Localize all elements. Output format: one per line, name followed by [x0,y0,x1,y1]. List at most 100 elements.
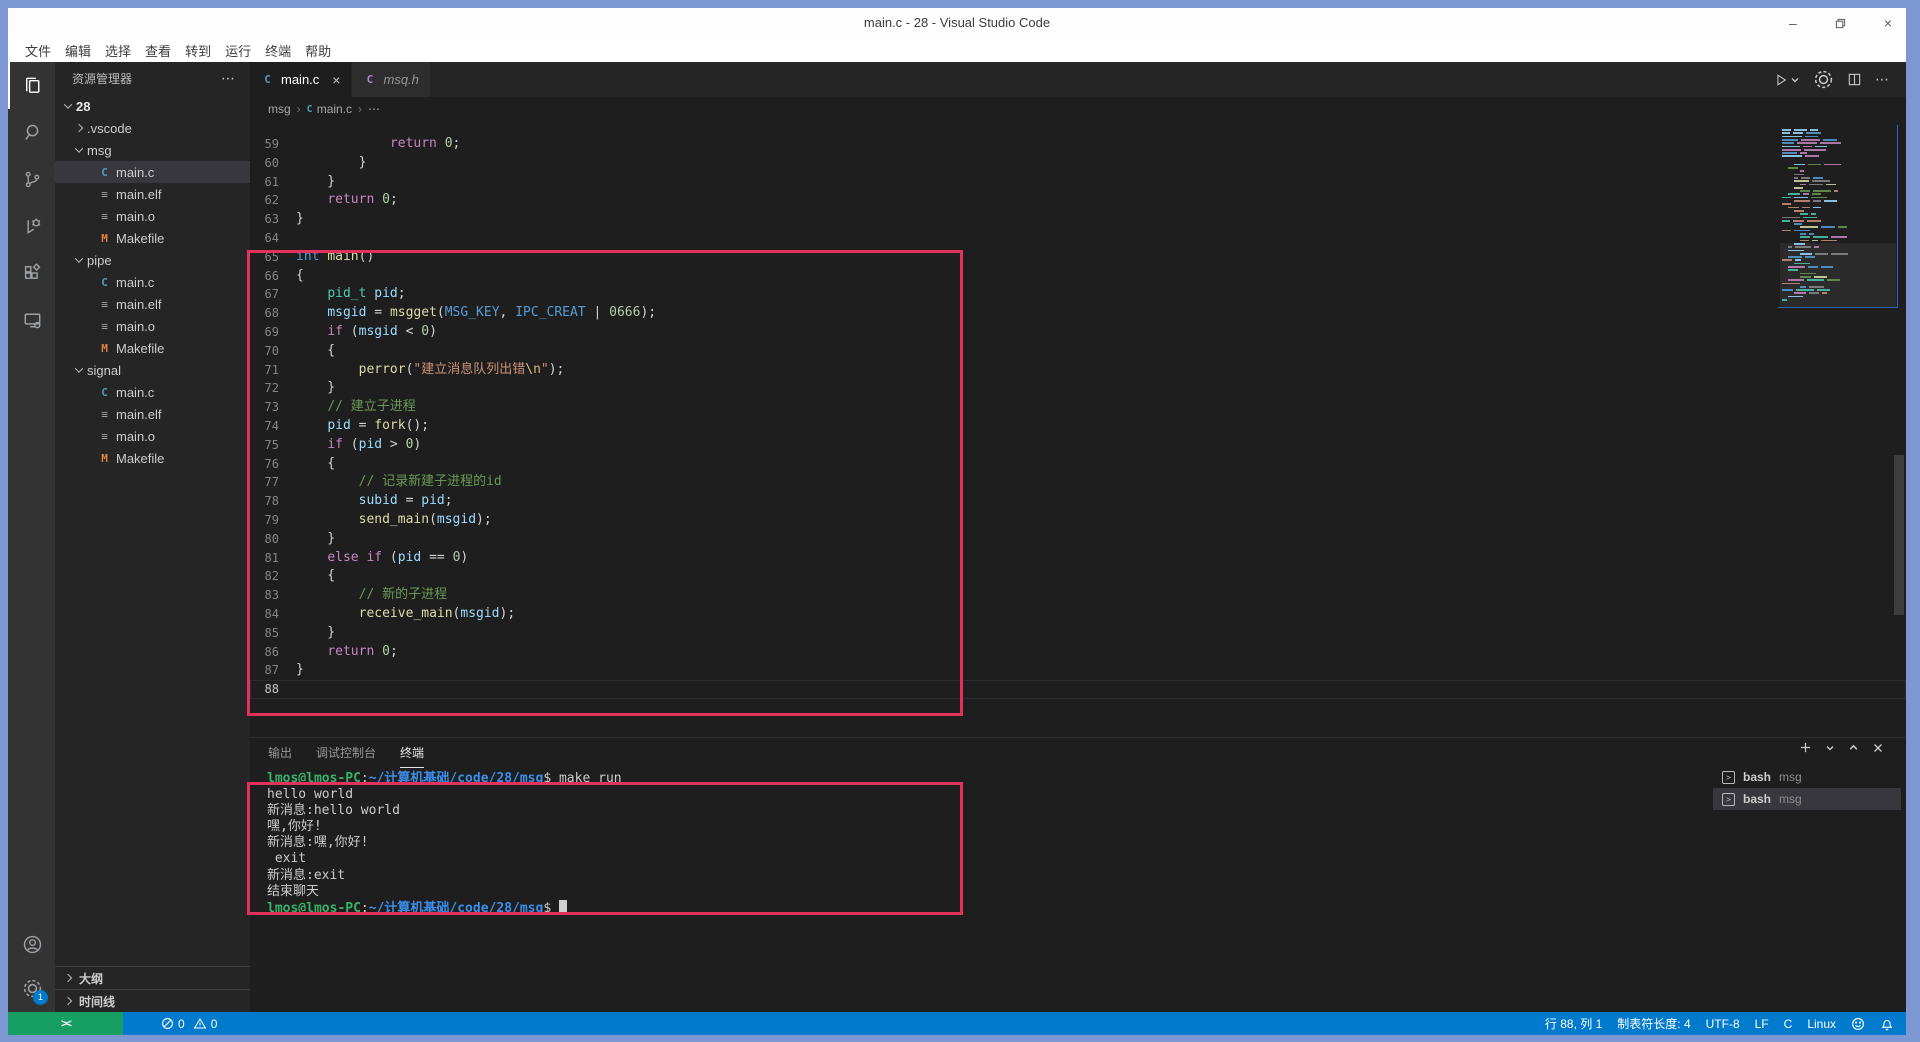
terminal-list-item[interactable]: >bashmsg [1713,766,1901,788]
close-icon[interactable] [1872,742,1884,754]
code-line-82[interactable]: 82 { [250,567,1906,586]
code-line-76[interactable]: 76 { [250,455,1906,474]
code-line-80[interactable]: 80 } [250,530,1906,549]
restore-button[interactable] [1835,18,1846,29]
code-editor[interactable]: 59 return 0;60 }61 }62 return 0;63}6465i… [250,121,1906,737]
menu-item-选择[interactable]: 选择 [98,40,138,61]
tree-item-signal[interactable]: signal [55,359,250,381]
status-item[interactable]: 制表符长度: 4 [1617,1015,1690,1032]
close-tab-icon[interactable]: × [332,72,340,88]
new-terminal-icon[interactable] [1799,741,1812,754]
sidebar-section-时间线[interactable]: 时间线 [55,989,250,1012]
code-line-77[interactable]: 77 // 记录新建子进程的id [250,473,1906,492]
code-line-66[interactable]: 66{ [250,267,1906,286]
files-icon[interactable] [8,62,55,109]
tree-item-main.c[interactable]: Cmain.c [55,271,250,293]
bell-icon[interactable] [1880,1017,1894,1031]
code-line-85[interactable]: 85 } [250,624,1906,643]
tab-main.c[interactable]: Cmain.c× [250,62,352,97]
chevron-up-icon[interactable] [1848,742,1859,753]
panel-tab-输出[interactable]: 输出 [268,738,292,768]
code-line-70[interactable]: 70 { [250,342,1906,361]
menu-item-转到[interactable]: 转到 [178,40,218,61]
remote-explorer-icon[interactable] [8,297,55,344]
source-control-icon[interactable] [8,156,55,203]
tree-item-Makefile[interactable]: MMakefile [55,337,250,359]
minimap[interactable] [1780,127,1896,313]
code-line-73[interactable]: 73 // 建立子进程 [250,398,1906,417]
code-line-75[interactable]: 75 if (pid > 0) [250,436,1906,455]
search-icon[interactable] [8,109,55,156]
code-line-88[interactable]: 88 [250,680,1906,699]
menu-item-终端[interactable]: 终端 [258,40,298,61]
tree-item-main.o[interactable]: ≡main.o [55,315,250,337]
tree-item-main.o[interactable]: ≡main.o [55,425,250,447]
tree-item-main.elf[interactable]: ≡main.elf [55,183,250,205]
code-line-81[interactable]: 81 else if (pid == 0) [250,549,1906,568]
tree-item-main.elf[interactable]: ≡main.elf [55,403,250,425]
more-icon[interactable]: ⋯ [1875,71,1890,88]
panel-tab-终端[interactable]: 终端 [400,738,424,768]
tree-item-Makefile[interactable]: MMakefile [55,447,250,469]
code-line-65[interactable]: 65int main() [250,248,1906,267]
code-line-71[interactable]: 71 perror("建立消息队列出错\n"); [250,361,1906,380]
tree-item-pipe[interactable]: pipe [55,249,250,271]
code-line-64[interactable]: 64 [250,229,1906,248]
panel-tab-调试控制台[interactable]: 调试控制台 [316,738,376,768]
editor-scrollbar[interactable] [1894,455,1904,615]
tree-item-main.c[interactable]: Cmain.c [55,161,250,183]
split-editor-icon[interactable] [1847,72,1862,87]
extensions-icon[interactable] [8,250,55,297]
breadcrumb-item-msg[interactable]: msg [268,102,291,116]
status-item[interactable]: LF [1755,1017,1769,1031]
status-item[interactable]: UTF-8 [1706,1017,1740,1031]
code-line-87[interactable]: 87} [250,661,1906,680]
code-line-60[interactable]: 60 } [250,154,1906,173]
menu-item-编辑[interactable]: 编辑 [58,40,98,61]
status-item[interactable]: 行 88, 列 1 [1545,1015,1602,1032]
tree-item-msg[interactable]: msg [55,139,250,161]
code-line-74[interactable]: 74 pid = fork(); [250,417,1906,436]
sidebar-section-大纲[interactable]: 大纲 [55,966,250,989]
code-line-69[interactable]: 69 if (msgid < 0) [250,323,1906,342]
code-line-59[interactable]: 59 return 0; [250,135,1906,154]
status-item[interactable]: C [1784,1017,1793,1031]
code-line-86[interactable]: 86 return 0; [250,643,1906,662]
menu-item-查看[interactable]: 查看 [138,40,178,61]
code-line-72[interactable]: 72 } [250,379,1906,398]
gear-icon[interactable] [1813,69,1834,90]
gear-icon[interactable]: 1 [8,966,55,1010]
code-line-79[interactable]: 79 send_main(msgid); [250,511,1906,530]
menu-item-文件[interactable]: 文件 [18,40,58,61]
menu-item-帮助[interactable]: 帮助 [298,40,338,61]
code-line-63[interactable]: 63} [250,210,1906,229]
code-line-84[interactable]: 84 receive_main(msgid); [250,605,1906,624]
code-line-67[interactable]: 67 pid_t pid; [250,285,1906,304]
breadcrumb-item-⋯[interactable]: ⋯ [368,102,380,116]
breadcrumb-item-main.c[interactable]: Cmain.c [307,102,352,116]
account-icon[interactable] [8,922,55,966]
tab-msq.h[interactable]: Cmsq.h [352,62,430,97]
feedback-icon[interactable] [1851,1017,1865,1031]
tree-item-28[interactable]: 28 [55,95,250,117]
tree-item-Makefile[interactable]: MMakefile [55,227,250,249]
tree-item-.vscode[interactable]: .vscode [55,117,250,139]
tree-item-main.elf[interactable]: ≡main.elf [55,293,250,315]
terminal[interactable]: lmos@lmos-PC:~/计算机基础/code/28/msg$ make r… [267,771,1691,916]
status-item[interactable]: Linux [1807,1017,1836,1031]
more-actions-icon[interactable]: ⋯ [221,70,236,87]
terminal-list-item[interactable]: >bashmsg [1713,788,1901,810]
chevron-down-icon[interactable] [1825,743,1835,753]
problems-status[interactable]: 0 0 [161,1017,217,1031]
run-icon[interactable] [1774,73,1800,87]
code-line-62[interactable]: 62 return 0; [250,191,1906,210]
tree-item-main.c[interactable]: Cmain.c [55,381,250,403]
minimize-button[interactable]: – [1789,15,1797,31]
code-line-78[interactable]: 78 subid = pid; [250,492,1906,511]
tree-item-main.o[interactable]: ≡main.o [55,205,250,227]
code-line-68[interactable]: 68 msgid = msgget(MSG_KEY, IPC_CREAT | 0… [250,304,1906,323]
code-line-61[interactable]: 61 } [250,173,1906,192]
code-line-83[interactable]: 83 // 新的子进程 [250,586,1906,605]
close-button[interactable]: × [1884,15,1892,31]
debug-icon[interactable] [8,203,55,250]
